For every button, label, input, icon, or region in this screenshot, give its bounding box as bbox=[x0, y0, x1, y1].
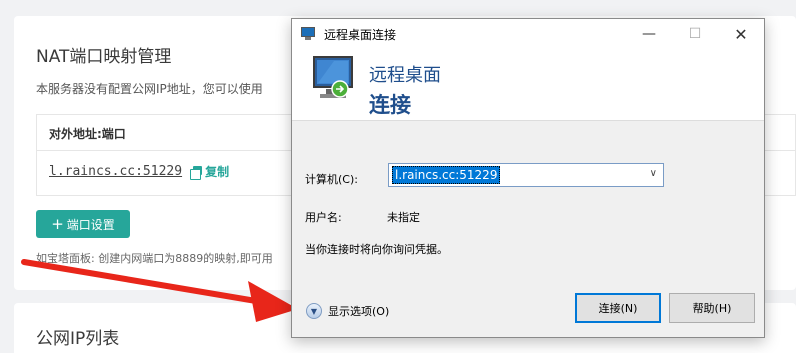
username-label: 用户名: bbox=[305, 211, 342, 224]
computer-combobox[interactable]: l.raincs.cc:51229 ∨ bbox=[388, 163, 664, 187]
show-options-toggle[interactable]: ▼ 显示选项(O) bbox=[306, 303, 389, 319]
rdp-app-icon bbox=[301, 27, 317, 41]
close-button[interactable]: ✕ bbox=[718, 19, 764, 49]
help-button[interactable]: 帮助(H) bbox=[669, 293, 755, 323]
connect-button[interactable]: 连接(N) bbox=[575, 293, 661, 323]
expand-chevron-icon: ▼ bbox=[306, 303, 322, 319]
maximize-button[interactable]: ☐ bbox=[672, 19, 718, 49]
minimize-button[interactable]: — bbox=[626, 19, 672, 49]
credentials-note: 当你连接时将向你询问凭据。 bbox=[305, 243, 448, 256]
show-options-label: 显示选项(O) bbox=[328, 305, 390, 318]
dialog-banner: 远程桌面 连接 bbox=[292, 49, 764, 121]
dialog-titlebar[interactable]: 远程桌面连接 — ☐ ✕ bbox=[292, 19, 764, 49]
dialog-title: 远程桌面连接 bbox=[324, 27, 397, 42]
banner-title-line1: 远程桌面 bbox=[369, 65, 441, 86]
computer-value: l.raincs.cc:51229 bbox=[392, 166, 501, 184]
banner-title-line2: 连接 bbox=[369, 93, 411, 117]
remote-desktop-dialog: 远程桌面连接 — ☐ ✕ 远程桌面 连接 计算机(C): l.raincs.cc… bbox=[291, 18, 765, 338]
remote-desktop-monitor-icon bbox=[313, 56, 353, 98]
username-value: 未指定 bbox=[387, 211, 420, 224]
computer-label: 计算机(C): bbox=[305, 173, 358, 186]
chevron-down-icon[interactable]: ∨ bbox=[650, 168, 657, 179]
